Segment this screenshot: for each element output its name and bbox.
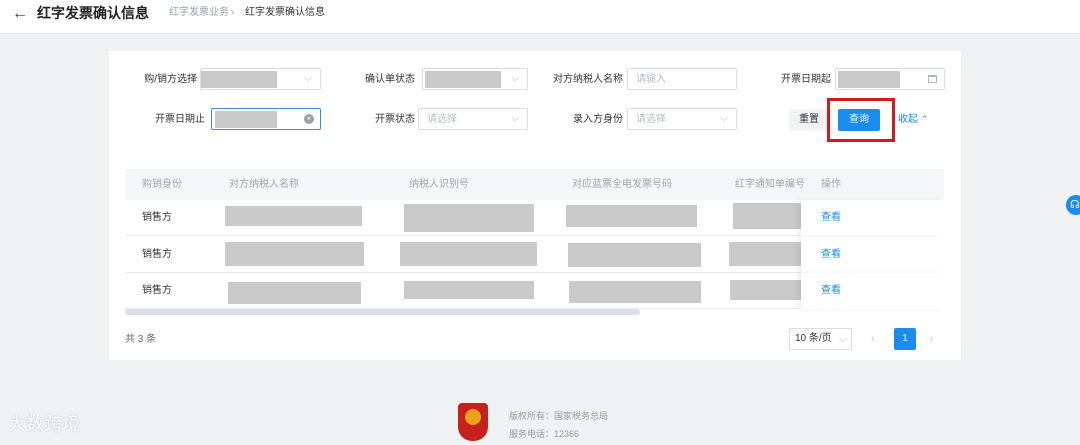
view-link[interactable]: 查看 [821, 284, 841, 297]
entry-identity-placeholder: 请选择 [636, 114, 666, 125]
chevron-down-icon: ⌵ [839, 334, 846, 344]
page-title: 红字发票确认信息 [37, 5, 149, 21]
next-page-icon[interactable]: › [930, 332, 934, 346]
clear-icon[interactable]: × [304, 114, 314, 124]
view-link[interactable]: 查看 [821, 248, 841, 261]
date-start-picker[interactable] [835, 68, 945, 90]
redacted-cell [733, 203, 803, 229]
row-role: 销售方 [142, 285, 172, 296]
column-header: 红字通知单编号 [735, 179, 805, 190]
query-card: 购/销方选择 ⌵ 确认单状态 ⌵ 对方纳税人名称 请输入 开票日期起 开票日期止… [109, 51, 961, 360]
redacted-cell [566, 205, 697, 227]
redacted-cell [729, 242, 803, 266]
chevron-down-icon: ⌵ [304, 73, 312, 84]
prev-page-icon[interactable]: ‹ [871, 332, 875, 346]
redacted-cell [404, 281, 534, 299]
redacted-cell [568, 243, 701, 267]
redacted-cell [225, 206, 362, 226]
buyer-seller-select[interactable]: ⌵ [200, 68, 321, 90]
headset-icon: ☊ [1070, 199, 1080, 211]
breadcrumb-parent[interactable]: 红字发票业务 [169, 7, 229, 19]
chevron-down-icon: ⌵ [511, 113, 519, 124]
redacted-value [838, 71, 900, 88]
counterparty-name-input[interactable]: 请输入 [627, 68, 737, 90]
horizontal-scrollbar[interactable] [125, 309, 640, 315]
total-count: 共 3 条 [125, 334, 157, 345]
table-row: 销售方 查看 [125, 273, 944, 309]
table-row: 销售方 查看 [125, 237, 944, 273]
page-size-value: 10 条/页 [795, 333, 832, 344]
redacted-cell [228, 282, 361, 304]
collapse-toggle[interactable]: 收起 ⌃ [898, 112, 929, 127]
confirm-status-label: 确认单状态 [365, 74, 415, 85]
invoice-status-placeholder: 请选择 [427, 114, 457, 125]
invoice-status-select[interactable]: 请选择 ⌵ [418, 108, 528, 130]
counterparty-name-placeholder: 请输入 [636, 74, 666, 85]
redacted-cell [569, 281, 701, 303]
column-header: 纳税人识别号 [409, 179, 469, 190]
chevron-down-icon: ⌵ [720, 113, 728, 124]
top-header: ← 红字发票确认信息 红字发票业务 › 红字发票确认信息 [0, 0, 1080, 34]
redacted-value [215, 111, 277, 128]
redacted-cell [400, 242, 537, 266]
footer-copyright: 版权所有：国家税务总局 [509, 411, 609, 421]
collapse-label: 收起 [898, 114, 918, 125]
redacted-cell [404, 204, 534, 232]
footer-phone: 服务电话：12366 [509, 429, 580, 439]
table-row: 销售方 查看 [125, 200, 944, 236]
counterparty-name-label: 对方纳税人名称 [553, 74, 623, 85]
breadcrumb-current: 红字发票确认信息 [245, 7, 325, 18]
redacted-cell [225, 242, 364, 266]
row-role: 销售方 [142, 249, 172, 260]
column-header: 对方纳税人名称 [229, 179, 299, 190]
column-header: 购销身份 [142, 179, 182, 190]
chevron-up-icon: ⌃ [921, 114, 929, 124]
date-end-picker[interactable]: × [211, 108, 321, 130]
buyer-seller-label: 购/销方选择 [144, 74, 197, 85]
row-role: 销售方 [142, 212, 172, 223]
tax-bureau-emblem-icon [458, 403, 488, 441]
redacted-value [201, 71, 277, 88]
redacted-value [425, 71, 501, 88]
reset-button[interactable]: 重置 [789, 109, 829, 131]
entry-identity-label: 录入方身份 [573, 114, 623, 125]
redacted-cell [730, 280, 803, 300]
entry-identity-select[interactable]: 请选择 ⌵ [627, 108, 737, 130]
page-size-select[interactable]: 10 条/页 ⌵ [789, 328, 852, 350]
floating-help-button[interactable]: ☊ [1066, 195, 1080, 215]
date-start-label: 开票日期起 [781, 74, 831, 85]
page-number-button[interactable]: 1 [894, 328, 916, 350]
watermark-text: 大数跨境 [8, 414, 80, 434]
calendar-icon [928, 75, 937, 83]
view-link[interactable]: 查看 [821, 211, 841, 224]
query-button-highlight-box [827, 98, 895, 142]
invoice-status-label: 开票状态 [375, 114, 415, 125]
column-header: 对应蓝票全电发票号码 [572, 179, 672, 190]
confirm-status-select[interactable]: ⌵ [422, 68, 528, 90]
emblem-center [465, 409, 481, 425]
table-header: 购销身份 对方纳税人名称 纳税人识别号 对应蓝票全电发票号码 红字通知单编号 操… [125, 169, 944, 200]
date-end-label: 开票日期止 [155, 114, 205, 125]
breadcrumb-separator-icon: › [231, 7, 235, 18]
chevron-down-icon: ⌵ [511, 73, 519, 84]
back-arrow-icon[interactable]: ← [12, 5, 28, 23]
column-header: 操作 [821, 179, 841, 190]
